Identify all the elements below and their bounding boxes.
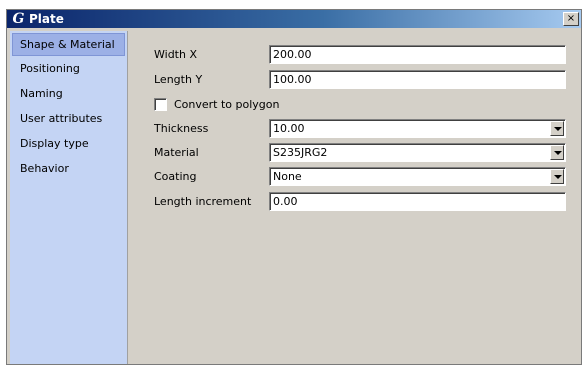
coating-label: Coating <box>154 169 197 183</box>
convert-polygon-row: Convert to polygon <box>154 94 280 114</box>
thickness-combo[interactable]: 10.00 <box>269 119 566 138</box>
sidebar: Shape & Material Positioning Naming User… <box>10 31 128 364</box>
coating-row: Coating <box>154 166 269 186</box>
coating-value: None <box>273 170 302 183</box>
title-bar: G Plate × <box>7 10 581 28</box>
material-dropdown-arrow-icon[interactable] <box>550 145 564 160</box>
length-y-label: Length Y <box>154 72 203 86</box>
length-increment-input[interactable]: 0.00 <box>269 192 566 211</box>
convert-polygon-label: Convert to polygon <box>174 97 280 111</box>
sidebar-item-naming[interactable]: Naming <box>10 81 127 106</box>
length-increment-label: Length increment <box>154 194 252 208</box>
material-value: S235JRG2 <box>273 146 328 159</box>
width-x-input[interactable]: 200.00 <box>269 45 566 64</box>
form-panel: Width X 200.00 Length Y 100.00 Convert t… <box>132 31 581 364</box>
app-logo-icon: G <box>12 11 25 27</box>
material-label: Material <box>154 145 199 159</box>
sidebar-item-shape-material[interactable]: Shape & Material <box>12 33 125 56</box>
length-increment-row: Length increment <box>154 191 269 211</box>
convert-polygon-checkbox[interactable] <box>154 97 167 111</box>
sidebar-item-behavior[interactable]: Behavior <box>10 156 127 181</box>
coating-dropdown-arrow-icon[interactable] <box>550 169 564 184</box>
sidebar-item-positioning[interactable]: Positioning <box>10 56 127 81</box>
length-y-input[interactable]: 100.00 <box>269 70 566 89</box>
width-x-row: Width X <box>154 44 269 64</box>
thickness-dropdown-arrow-icon[interactable] <box>550 121 564 136</box>
width-x-label: Width X <box>154 47 197 61</box>
thickness-row: Thickness <box>154 118 269 138</box>
plate-dialog: G Plate × Shape & Material Positioning N… <box>6 9 582 365</box>
window-title: Plate <box>29 12 64 26</box>
material-combo[interactable]: S235JRG2 <box>269 143 566 162</box>
thickness-value: 10.00 <box>273 122 305 135</box>
sidebar-item-display-type[interactable]: Display type <box>10 131 127 156</box>
coating-combo[interactable]: None <box>269 167 566 186</box>
thickness-label: Thickness <box>154 121 209 135</box>
material-row: Material <box>154 142 269 162</box>
close-button[interactable]: × <box>563 12 579 26</box>
length-y-row: Length Y <box>154 69 269 89</box>
sidebar-item-user-attributes[interactable]: User attributes <box>10 106 127 131</box>
